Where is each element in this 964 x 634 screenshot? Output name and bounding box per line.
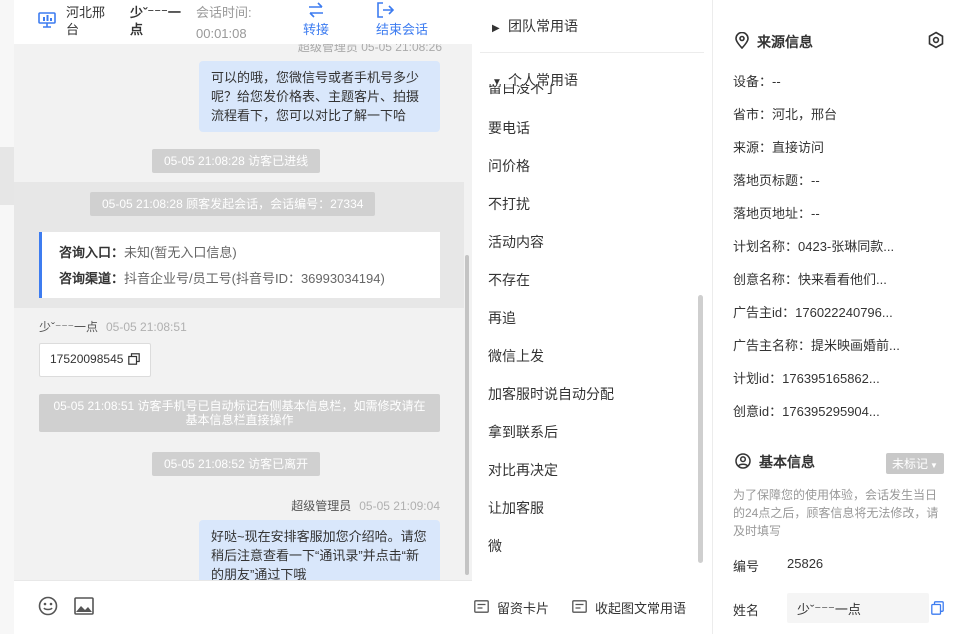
card-icon — [474, 599, 489, 616]
phrase-item[interactable]: 加客服时说自动分配 — [488, 384, 614, 404]
chat-input-toolbar — [14, 580, 472, 634]
info-row-plan-id: 计划id：176395165862... — [733, 371, 880, 386]
system-message-entered: 05-05 21:08:28 访客已进线 — [152, 149, 321, 173]
chat-panel: 河北邢台 少ˇ⁻⁻⁻一点 会话时间: 00:01:08 转接 结束会话 超级管理… — [14, 0, 472, 634]
info-row-landing-title: 落地页标题：-- — [733, 173, 820, 188]
info-row-device: 设备：-- — [733, 74, 781, 89]
team-phrases-label: 团队常用语 — [508, 18, 578, 34]
collapse-phrases-button[interactable]: 收起图文常用语 — [572, 598, 686, 617]
settings-hex-icon[interactable] — [927, 31, 945, 52]
info-row-creative-name: 创意名称：快来看看他们... — [733, 272, 887, 287]
visitor-message-time: 05-05 21:08:51 — [106, 320, 187, 334]
monitor-icon — [38, 12, 56, 31]
consult-entry-value: 未知(暂无入口信息) — [124, 245, 237, 260]
system-message-session-started: 05-05 21:08:28 顾客发起会话，会话编号：27334 — [90, 192, 376, 216]
session-start-block: 05-05 21:08:28 顾客发起会话，会话编号：27334 咨询入口：未知… — [14, 182, 464, 308]
phrase-item[interactable]: 活动内容 — [488, 232, 544, 252]
collapse-tab[interactable] — [0, 147, 14, 205]
system-message-left: 05-05 21:08:52 访客已离开 — [152, 452, 321, 476]
unmarked-tag-label: 未标记 — [892, 457, 929, 471]
card-icon — [572, 599, 587, 616]
phrase-item[interactable]: 不存在 — [488, 270, 530, 290]
team-phrases-group[interactable]: ▶ 团队常用语 — [492, 16, 578, 36]
quick-phrases-panel: ▶ 团队常用语 ▼ 个人常用语 留白没不了 要电话 问价格 不打扰 活动内容 不存在… — [472, 0, 712, 634]
info-row-advertiser-id: 广告主id：176022240796... — [733, 305, 893, 320]
copy-icon[interactable] — [127, 353, 140, 368]
admin-message-time: 05-05 21:09:04 — [359, 499, 440, 513]
end-session-button[interactable]: 结束会话 — [376, 2, 438, 38]
phrases-scrollbar[interactable] — [698, 295, 703, 563]
source-info-header: 来源信息 — [735, 31, 813, 52]
visitor-phone-number: 17520098545 — [50, 352, 124, 366]
caret-right-icon: ▶ — [492, 23, 500, 34]
phrase-item[interactable]: 拿到联系后 — [488, 422, 558, 442]
agent-message-bubble-2: 好哒~现在安排客服加您介绍哈。请您稍后注意查看一下“通讯录”并点击“新的朋友”通… — [199, 520, 440, 580]
unmarked-tag-dropdown[interactable]: 未标记 ▼ — [886, 453, 944, 474]
user-circle-icon — [735, 452, 751, 472]
phrase-item[interactable]: 让加客服 — [488, 498, 544, 518]
name-label: 姓名 — [733, 603, 760, 618]
info-row-plan-name: 计划名称：0423-张琳同款... — [733, 239, 895, 254]
phrase-item[interactable]: 微 — [488, 536, 502, 556]
session-time-value: 00:01:08 — [196, 26, 247, 41]
consult-entry-label: 咨询入口： — [59, 245, 125, 260]
phrase-item[interactable]: 微信上发 — [488, 346, 544, 366]
location-pin-icon — [735, 31, 749, 52]
phrase-item[interactable]: 不打扰 — [488, 194, 530, 214]
basic-info-header: 基本信息 — [735, 452, 815, 472]
end-session-label: 结束会话 — [376, 22, 429, 37]
consult-info-card: 咨询入口：未知(暂无入口信息) 咨询渠道：抖音企业号/员工号(抖音号ID：369… — [39, 232, 440, 298]
customer-location: 河北邢台 — [66, 5, 106, 37]
info-row-province: 省市：河北，邢台 — [733, 107, 838, 122]
phrase-item[interactable]: 再追 — [488, 308, 516, 328]
admin-sender-line: 超级管理员 05-05 21:09:04 — [291, 497, 440, 514]
basic-info-title: 基本信息 — [759, 454, 815, 470]
phrase-list[interactable]: 留白没不了 要电话 问价格 不打扰 活动内容 不存在 再追 微信上发 加客服时说… — [472, 84, 698, 564]
collapse-phrases-label: 收起图文常用语 — [595, 601, 687, 616]
info-row-source: 来源：直接访问 — [733, 140, 825, 155]
session-time-label: 会话时间: — [196, 5, 252, 20]
transfer-button[interactable]: 转接 — [296, 2, 336, 38]
partial-sender-line: 超级管理员 05-05 21:08:26 — [297, 44, 442, 54]
info-row-advertiser-name: 广告主名称：提米映画婚前... — [733, 338, 900, 353]
phrase-item[interactable]: 对比再决定 — [488, 460, 558, 480]
visitor-phone-message[interactable]: 17520098545 — [39, 343, 151, 377]
chat-scrollbar[interactable] — [465, 255, 469, 575]
number-label: 编号 — [733, 559, 760, 574]
caret-down-icon: ▼ — [930, 461, 938, 470]
phrase-item[interactable]: 要电话 — [488, 118, 530, 138]
edit-notice: 为了保障您的使用体验，会话发生当日的24点之后，顾客信息将无法修改，请及时填写 — [733, 488, 939, 538]
customer-name: 少ˇ⁻⁻⁻一点 — [130, 5, 181, 37]
visitor-sender-name: 少ˇ⁻⁻⁻一点 — [39, 320, 98, 334]
leave-card-button[interactable]: 留资卡片 — [474, 598, 549, 617]
message-list[interactable]: 超级管理员 05-05 21:08:26 可以的哦，您微信号或者手机号多少呢？给… — [14, 44, 472, 580]
transfer-icon — [307, 2, 325, 21]
leave-card-label: 留资卡片 — [497, 601, 550, 616]
phrase-item[interactable]: 问价格 — [488, 156, 530, 176]
info-row-landing-url: 落地页地址：-- — [733, 206, 820, 221]
visitor-sender-line: 少ˇ⁻⁻⁻一点 05-05 21:08:51 — [39, 318, 187, 335]
customer-info-panel: 来源信息 设备：-- 省市：河北，邢台 来源：直接访问 落地页标题：-- 落地页… — [712, 0, 964, 634]
copy-icon[interactable] — [931, 601, 944, 618]
image-icon[interactable] — [74, 597, 94, 618]
consult-channel-value: 抖音企业号/员工号(抖音号ID：36993034194) — [124, 271, 385, 286]
system-message-phone-marked: 05-05 21:08:51 访客手机号已自动标记右侧基本信息栏，如需修改请在基… — [39, 394, 440, 432]
consult-channel-label: 咨询渠道： — [59, 271, 125, 286]
emoji-icon[interactable] — [38, 596, 58, 619]
name-field[interactable]: 少ˇ⁻⁻⁻一点 — [787, 593, 929, 623]
left-edge-strip — [0, 0, 14, 634]
phrase-item-partial[interactable]: 留白没不了 — [488, 84, 558, 98]
transfer-label: 转接 — [302, 22, 329, 37]
number-value: 25826 — [787, 556, 824, 571]
exit-icon — [376, 2, 395, 21]
source-info-title: 来源信息 — [757, 34, 813, 50]
admin-sender-name: 超级管理员 — [291, 499, 352, 513]
chat-header: 河北邢台 少ˇ⁻⁻⁻一点 会话时间: 00:01:08 转接 结束会话 — [14, 0, 472, 44]
phrases-divider — [480, 52, 704, 53]
agent-message-bubble: 可以的哦，您微信号或者手机号多少呢？给您发价格表、主题客片、拍摄流程看下，您可以… — [199, 61, 440, 132]
info-row-creative-id: 创意id：176395295904... — [733, 404, 880, 419]
